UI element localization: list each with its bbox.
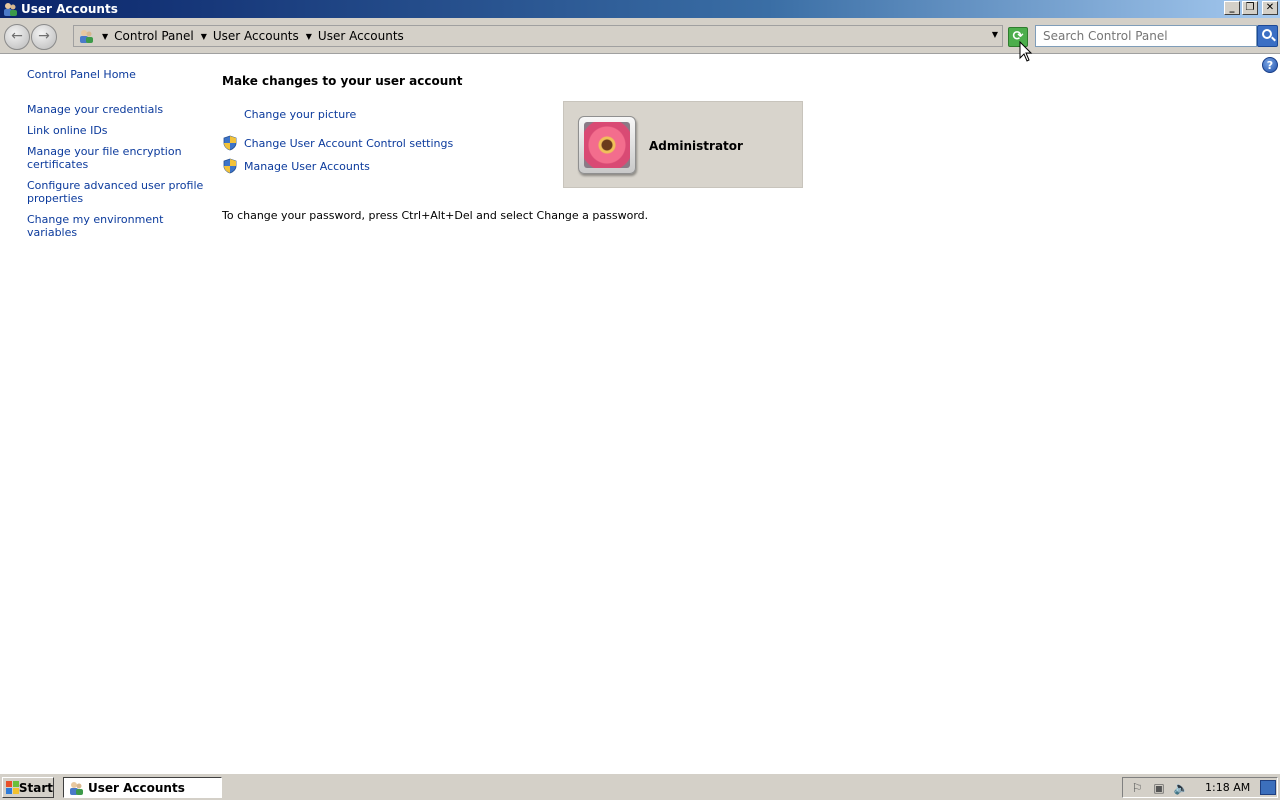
- title-bar: User Accounts _ ❐ ✕: [0, 0, 1280, 18]
- start-button[interactable]: Start: [2, 777, 54, 798]
- avatar[interactable]: [578, 116, 636, 174]
- page-title: Make changes to your user account: [222, 74, 463, 88]
- breadcrumb-item-control-panel[interactable]: Control Panel: [114, 29, 194, 43]
- manage-user-accounts-link[interactable]: Manage User Accounts: [244, 160, 370, 173]
- taskbar-window-label: User Accounts: [88, 780, 185, 795]
- breadcrumb[interactable]: ▼ Control Panel ▼ User Accounts ▼ User A…: [73, 25, 1003, 47]
- uac-shield-icon: [222, 158, 238, 174]
- search-input[interactable]: [1035, 25, 1257, 47]
- change-picture-link[interactable]: Change your picture: [244, 108, 356, 121]
- chevron-down-icon[interactable]: ▼: [102, 32, 108, 41]
- chevron-down-icon[interactable]: ▼: [201, 32, 207, 41]
- user-accounts-icon: [2, 1, 18, 17]
- address-bar: ← → ▼ Control Panel ▼ User Accounts ▼ Us…: [0, 18, 1280, 54]
- restore-button[interactable]: ❐: [1242, 1, 1258, 15]
- file-encryption-certificates-link[interactable]: Manage your file encryption certificates: [27, 145, 207, 171]
- mouse-cursor-icon: [1019, 41, 1033, 62]
- change-uac-settings-link[interactable]: Change User Account Control settings: [244, 137, 453, 150]
- back-button[interactable]: ←: [4, 24, 30, 50]
- show-desktop-icon[interactable]: [1260, 780, 1276, 795]
- search-button[interactable]: [1257, 25, 1278, 47]
- taskbar-window-user-accounts[interactable]: User Accounts: [63, 777, 222, 798]
- environment-variables-link[interactable]: Change my environment variables: [27, 213, 207, 239]
- control-panel-icon: [77, 28, 95, 44]
- control-panel-home-link[interactable]: Control Panel Home: [27, 68, 207, 81]
- address-history-dropdown-icon[interactable]: ▼: [992, 30, 998, 39]
- link-online-ids-link[interactable]: Link online IDs: [27, 124, 207, 137]
- change-picture-task[interactable]: Change your picture: [244, 108, 356, 121]
- forward-arrow-icon: →: [38, 28, 50, 44]
- network-icon[interactable]: ▣: [1151, 780, 1167, 796]
- back-arrow-icon: ←: [11, 28, 23, 44]
- change-uac-task[interactable]: Change User Account Control settings: [222, 135, 453, 151]
- minimize-button[interactable]: _: [1224, 1, 1240, 15]
- start-label: Start: [18, 780, 53, 795]
- help-icon[interactable]: ?: [1262, 57, 1278, 73]
- flower-picture-icon: [584, 122, 630, 168]
- windows-logo-icon: [6, 780, 19, 795]
- taskbar: Start User Accounts ⚐ ▣ 🔈 1:18 AM: [0, 773, 1280, 800]
- breadcrumb-item-user-accounts[interactable]: User Accounts: [213, 29, 299, 43]
- chevron-down-icon[interactable]: ▼: [306, 32, 312, 41]
- left-task-pane: Control Panel Home Manage your credentia…: [27, 68, 207, 247]
- uac-shield-icon: [222, 135, 238, 151]
- user-accounts-icon: [68, 781, 84, 795]
- breadcrumb-item-user-accounts-current[interactable]: User Accounts: [318, 29, 404, 43]
- manage-credentials-link[interactable]: Manage your credentials: [27, 103, 207, 116]
- user-account-card: Administrator: [563, 101, 803, 188]
- window-title: User Accounts: [21, 2, 118, 16]
- manage-accounts-task[interactable]: Manage User Accounts: [222, 158, 370, 174]
- advanced-user-profile-link[interactable]: Configure advanced user profile properti…: [27, 179, 207, 205]
- volume-icon[interactable]: 🔈: [1173, 780, 1189, 796]
- close-button[interactable]: ✕: [1262, 1, 1278, 15]
- password-instructions: To change your password, press Ctrl+Alt+…: [222, 209, 649, 222]
- action-center-flag-icon[interactable]: ⚐: [1129, 780, 1145, 796]
- user-name: Administrator: [649, 139, 743, 153]
- forward-button[interactable]: →: [31, 24, 57, 50]
- system-tray: ⚐ ▣ 🔈 1:18 AM: [1122, 777, 1278, 798]
- clock[interactable]: 1:18 AM: [1205, 781, 1250, 794]
